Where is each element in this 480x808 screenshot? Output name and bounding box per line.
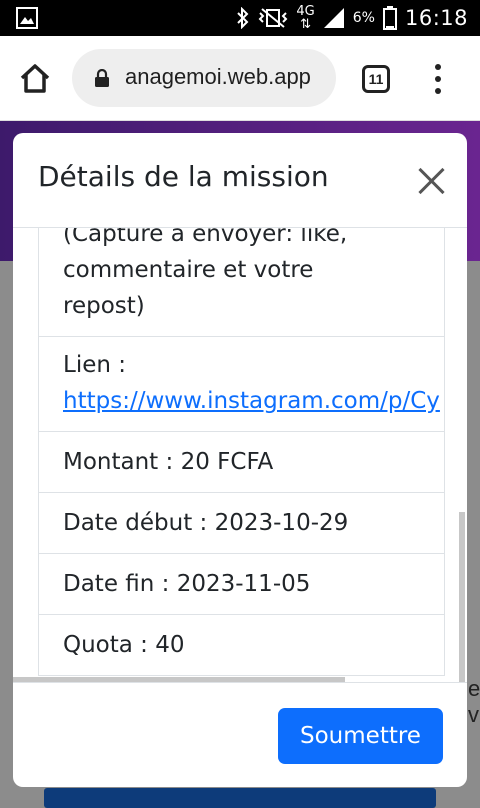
bluetooth-icon: [237, 7, 249, 29]
more-menu-icon[interactable]: [426, 64, 450, 94]
browser-toolbar: anagemoi.web.app 11: [0, 36, 480, 121]
battery-percent: 6%: [352, 10, 375, 26]
submit-button[interactable]: Soumettre: [278, 708, 443, 764]
tab-switcher-button[interactable]: 11: [362, 65, 390, 93]
vertical-scrollbar[interactable]: [459, 512, 465, 682]
status-bar: 4G ⇅ 6% 16:18: [0, 0, 480, 36]
mission-link[interactable]: https://www.instagram.com/p/Cy: [63, 388, 440, 414]
link-label: Lien :: [63, 352, 126, 378]
modal-title: Détails de la mission: [38, 160, 329, 193]
clock: 16:18: [404, 6, 468, 30]
signal-icon: [323, 8, 344, 28]
mission-description: (Capture à envoyer: like, commentaire et…: [39, 228, 444, 337]
modal-body[interactable]: (Capture à envoyer: like, commentaire et…: [13, 228, 467, 682]
mission-start-date: Date début : 2023-10-29: [39, 493, 444, 554]
modal-header: Détails de la mission: [13, 133, 467, 228]
mission-end-date: Date fin : 2023-11-05: [39, 554, 444, 615]
modal-footer: Soumettre: [13, 682, 467, 787]
mission-details-modal: Détails de la mission (Capture à envoyer…: [13, 133, 467, 787]
lock-icon: [95, 69, 109, 87]
mission-details-list: (Capture à envoyer: like, commentaire et…: [38, 228, 445, 676]
list-item-link: Lien : https://www.instagram.com/p/Cy: [39, 337, 444, 432]
home-icon[interactable]: [18, 62, 52, 96]
page-bottom-button: [44, 788, 436, 808]
vibrate-icon: [258, 8, 288, 28]
network-indicator: 4G ⇅: [296, 5, 314, 31]
battery-icon: [382, 6, 397, 30]
mission-amount: Montant : 20 FCFA: [39, 432, 444, 493]
gallery-notification-icon: [16, 7, 38, 29]
url-bar[interactable]: anagemoi.web.app: [72, 49, 336, 107]
data-arrows-icon: ⇅: [300, 17, 312, 32]
url-text: anagemoi.web.app: [125, 64, 311, 89]
mission-quota: Quota : 40: [39, 615, 444, 676]
page-behind-text: e v: [468, 676, 480, 727]
close-icon[interactable]: [416, 166, 446, 196]
